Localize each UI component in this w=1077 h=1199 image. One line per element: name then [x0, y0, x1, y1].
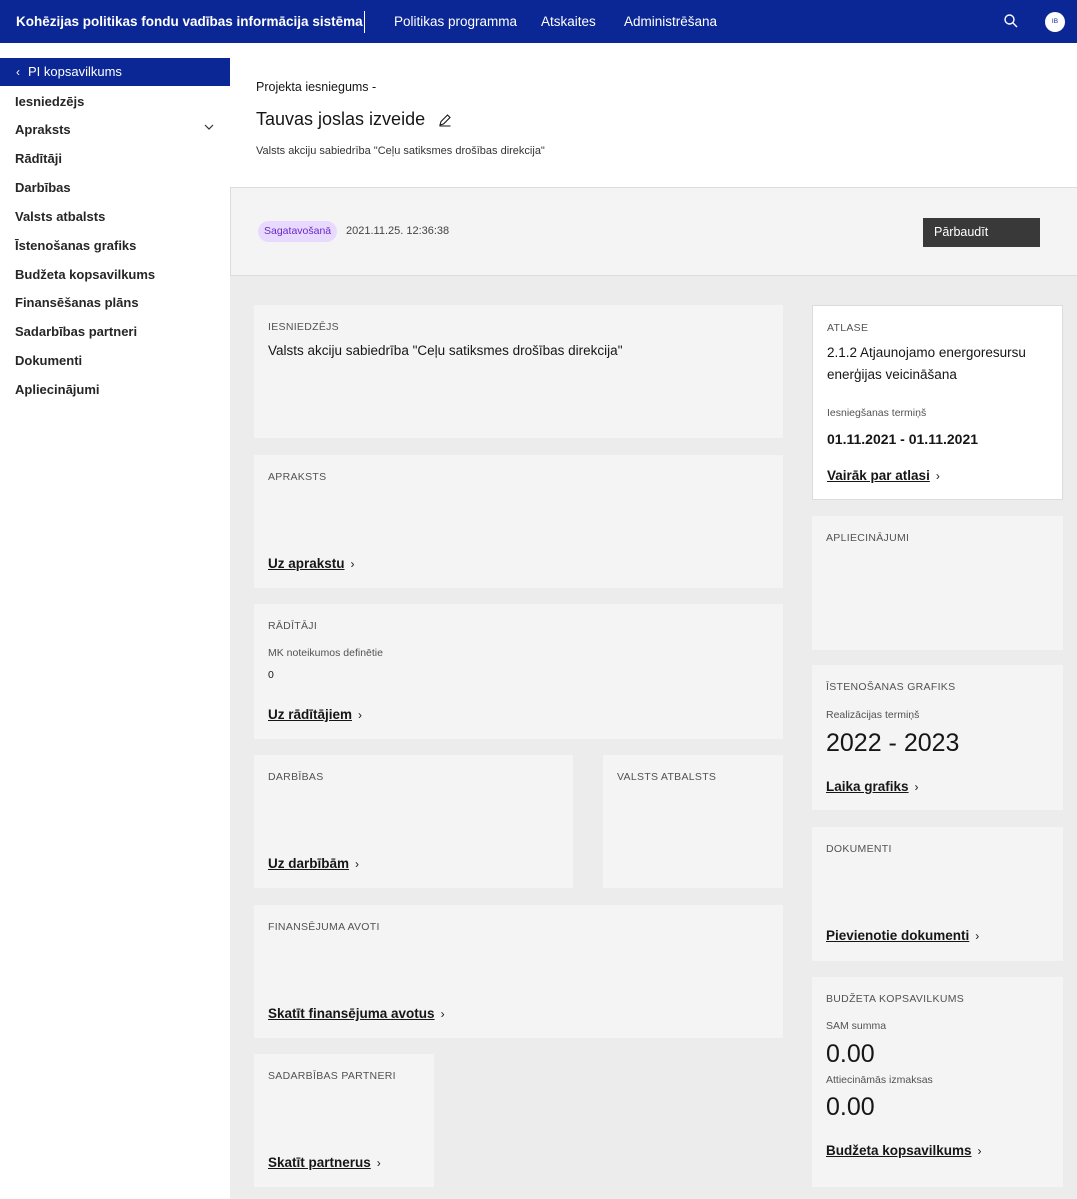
check-button[interactable]: Pārbaudīt [923, 218, 1040, 247]
sidebar-item-iesniedzejs[interactable]: Iesniedzējs [15, 94, 84, 109]
documents-link[interactable]: Pievienotie dokumenti › [826, 928, 979, 943]
chevron-right-icon: › [975, 929, 980, 943]
funding-link[interactable]: Skatīt finansējuma avotus › [268, 1006, 445, 1021]
page-subtitle: Valsts akciju sabiedrība "Ceļu satiksmes… [256, 145, 545, 157]
nav-politikas-programma[interactable]: Politikas programma [394, 0, 517, 43]
deadline-label: Iesniegšanas termiņš [827, 407, 927, 419]
chevron-left-icon: ‹ [16, 65, 20, 79]
schedule-years: 2022 - 2023 [826, 729, 960, 757]
sidebar-item-sadarbibas-partneri[interactable]: Sadarbības partneri [15, 324, 137, 339]
page-header: Projekta iesniegums - Tauvas joslas izve… [230, 43, 1077, 187]
sidebar-item-darbibas[interactable]: Darbības [15, 180, 71, 195]
sam-value: 0.00 [826, 1040, 875, 1068]
sidebar-item-budzeta-kopsavilkums[interactable]: Budžeta kopsavilkums [15, 267, 155, 282]
nav-divider [364, 11, 365, 33]
selection-card: ATLASE 2.1.2 Atjaunojamo energoresursu e… [812, 305, 1063, 500]
chevron-right-icon: › [440, 1007, 445, 1021]
link-label: Skatīt finansējuma avotus [268, 1006, 435, 1021]
card-title: APLIECINĀJUMI [826, 532, 910, 544]
link-label: Budžeta kopsavilkums [826, 1143, 972, 1158]
nav-administresana[interactable]: Administrēšana [624, 0, 717, 43]
partners-link[interactable]: Skatīt partnerus › [268, 1155, 381, 1170]
indicators-card: RĀDĪTĀJI MK noteikumos definētie 0 Uz rā… [254, 604, 783, 739]
edit-icon[interactable] [438, 113, 452, 127]
sidebar-item-istenosanas-grafiks[interactable]: Īstenošanas grafiks [15, 238, 136, 253]
link-label: Laika grafiks [826, 779, 909, 794]
sidebar-item-pi-kopsavilkums[interactable]: ‹ PI kopsavilkums [0, 58, 230, 86]
activities-card: DARBĪBAS Uz darbībām › [254, 755, 573, 888]
applicant-name: Valsts akciju sabiedrība "Ceļu satiksmes… [268, 343, 623, 358]
selection-link[interactable]: Vairāk par atlasi › [827, 468, 940, 483]
status-timestamp: 2021.11.25. 12:36:38 [346, 225, 450, 237]
eligible-value: 0.00 [826, 1093, 875, 1121]
link-label: Pievienotie dokumenti [826, 928, 970, 943]
card-title: ĪSTENOŠANAS GRAFIKS [826, 681, 956, 693]
card-title: FINANSĒJUMA AVOTI [268, 921, 380, 933]
status-bar: Sagatavošanā 2021.11.25. 12:36:38 Pārbau… [230, 187, 1077, 276]
user-avatar[interactable]: IB [1045, 12, 1065, 32]
link-label: Vairāk par atlasi [827, 468, 930, 483]
sidebar: ‹ PI kopsavilkums Iesniedzējs Apraksts Rā… [0, 43, 230, 1199]
partners-card: SADARBĪBAS PARTNERI Skatīt partnerus › [254, 1054, 434, 1187]
eligible-label: Attiecināmās izmaksas [826, 1074, 933, 1086]
nav-atskaites[interactable]: Atskaites [541, 0, 596, 43]
card-title: DARBĪBAS [268, 771, 324, 783]
indicators-count: 0 [268, 669, 274, 681]
chevron-right-icon: › [935, 469, 940, 483]
chevron-down-icon[interactable] [203, 121, 215, 133]
indicators-link[interactable]: Uz rādītājiem › [268, 707, 362, 722]
card-title: ATLASE [827, 322, 869, 334]
sidebar-item-apraksts[interactable]: Apraksts [15, 122, 214, 137]
confirmations-card: APLIECINĀJUMI [812, 516, 1063, 650]
state-aid-card: VALSTS ATBALSTS [603, 755, 783, 888]
card-title: BUDŽETA KOPSAVILKUMS [826, 993, 965, 1005]
documents-card: DOKUMENTI Pievienotie dokumenti › [812, 827, 1063, 961]
app-title[interactable]: Kohēzijas politikas fondu vadības inform… [16, 0, 363, 43]
deadline-value: 01.11.2021 - 01.11.2021 [827, 431, 979, 447]
card-title: DOKUMENTI [826, 843, 892, 855]
chevron-right-icon: › [914, 780, 919, 794]
chevron-right-icon: › [977, 1144, 982, 1158]
top-navigation-bar: Kohēzijas politikas fondu vadības inform… [0, 0, 1077, 43]
sidebar-item-raditaji[interactable]: Rādītāji [15, 151, 62, 166]
selection-name: 2.1.2 Atjaunojamo energoresursu enerģija… [827, 345, 1026, 382]
sidebar-item-valsts-atbalsts[interactable]: Valsts atbalsts [15, 209, 105, 224]
chevron-right-icon: › [358, 708, 363, 722]
link-label: Uz rādītājiem [268, 707, 353, 722]
budget-link[interactable]: Budžeta kopsavilkums › [826, 1143, 982, 1158]
card-title: SADARBĪBAS PARTNERI [268, 1070, 396, 1082]
activities-link[interactable]: Uz darbībām › [268, 856, 359, 871]
link-label: Uz darbībām [268, 856, 350, 871]
sidebar-item-dokumenti[interactable]: Dokumenti [15, 353, 82, 368]
budget-card: BUDŽETA KOPSAVILKUMS SAM summa 0.00 Atti… [812, 977, 1063, 1187]
chevron-right-icon: › [376, 1156, 381, 1170]
schedule-sub-label: Realizācijas termiņš [826, 709, 920, 721]
link-label: Uz aprakstu [268, 556, 345, 571]
card-title: RĀDĪTĀJI [268, 620, 318, 632]
sidebar-item-label: PI kopsavilkums [28, 64, 122, 79]
status-badge: Sagatavošanā [258, 221, 338, 242]
search-icon[interactable] [1003, 13, 1019, 29]
sidebar-item-apliecinajumi[interactable]: Apliecinājumi [15, 382, 100, 397]
funding-card: FINANSĒJUMA AVOTI Skatīt finansējuma avo… [254, 905, 783, 1038]
schedule-link[interactable]: Laika grafiks › [826, 779, 919, 794]
sidebar-item-finansesanas-plans[interactable]: Finansēšanas plāns [15, 295, 139, 310]
card-title: APRAKSTS [268, 471, 327, 483]
sam-label: SAM summa [826, 1020, 887, 1032]
card-title: VALSTS ATBALSTS [617, 771, 717, 783]
indicators-sub-label: MK noteikumos definētie [268, 647, 383, 659]
page-title-row: Tauvas joslas izveide [256, 109, 452, 130]
link-label: Skatīt partnerus [268, 1155, 371, 1170]
card-title: IESNIEDZĒJS [268, 321, 339, 333]
page-title: Tauvas joslas izveide [256, 109, 426, 129]
description-card: APRAKSTS Uz aprakstu › [254, 455, 783, 588]
sidebar-item-label: Apraksts [15, 122, 71, 137]
chevron-right-icon: › [350, 557, 355, 571]
description-link[interactable]: Uz aprakstu › [268, 556, 355, 571]
schedule-card: ĪSTENOŠANAS GRAFIKS Realizācijas termiņš… [812, 665, 1063, 810]
breadcrumb[interactable]: Projekta iesniegums - [256, 80, 376, 94]
chevron-right-icon: › [355, 857, 360, 871]
applicant-card: IESNIEDZĒJS Valsts akciju sabiedrība "Ce… [254, 305, 783, 438]
